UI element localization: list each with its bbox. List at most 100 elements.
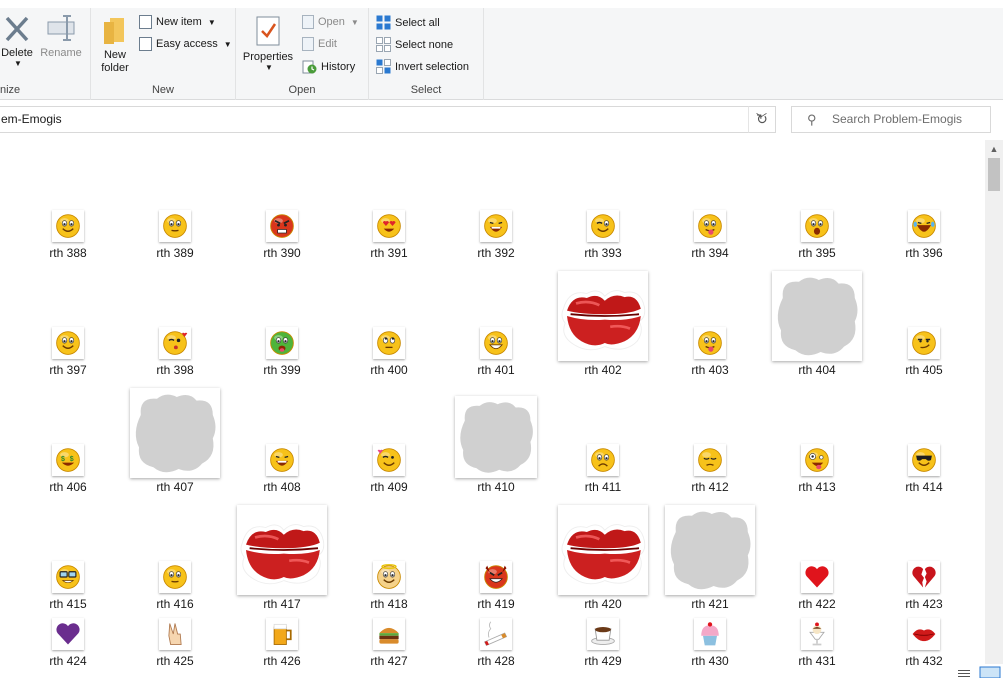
neutral-icon [159, 561, 191, 593]
delete-x-icon [5, 16, 29, 42]
smile-icon [52, 210, 84, 242]
search-placeholder: Search Problem-Emogis [832, 112, 963, 126]
money-icon: $ $ [52, 444, 84, 476]
file-name: rth 393 [584, 246, 622, 260]
select-none-icon [376, 37, 391, 52]
delete-label: Delete [1, 47, 33, 59]
open-button[interactable]: Open ▼ [302, 15, 359, 29]
easy-access-button[interactable]: Easy access ▼ [139, 37, 232, 51]
file-grid: rth 388 rth 389 rth 390 rth 391 rth 392 rth 3… [0, 140, 985, 678]
file-name: rth 412 [691, 480, 729, 494]
scrollbar-thumb[interactable] [988, 158, 1000, 191]
edit-button[interactable]: Edit [302, 37, 337, 51]
lips-thumbnail-icon [558, 505, 648, 595]
new-item-icon [139, 15, 152, 29]
refresh-button[interactable]: ↻ [748, 106, 776, 133]
devil-icon [480, 561, 512, 593]
rename-label: Rename [40, 47, 82, 59]
file-name: rth 402 [584, 363, 622, 377]
open-icon [302, 15, 314, 29]
file-name: rth 405 [905, 363, 943, 377]
rename-button[interactable]: Rename [38, 12, 84, 59]
file-name: rth 391 [370, 246, 408, 260]
nerd-icon [52, 561, 84, 593]
file-name: rth 413 [798, 480, 836, 494]
select-all-button[interactable]: Select all [376, 15, 440, 30]
file-name: rth 414 [905, 480, 943, 494]
file-name: rth 423 [905, 597, 943, 611]
sleepy-icon [694, 444, 726, 476]
cigarette-icon [480, 618, 512, 650]
file-name: rth 388 [49, 246, 87, 260]
file-name: rth 400 [370, 363, 408, 377]
laugh-icon [266, 444, 298, 476]
address-path: em-Emogis [1, 112, 62, 126]
shocked-icon [801, 210, 833, 242]
heart-icon [801, 561, 833, 593]
easy-access-label: Easy access [156, 38, 218, 50]
search-icon: ⚲ [807, 112, 817, 127]
open-group-label: Open [288, 84, 316, 96]
new-group: New folder New item ▼ Easy access ▼ New [91, 8, 236, 100]
file-name: rth 432 [905, 654, 943, 668]
grin-icon [480, 327, 512, 359]
file-name: rth 401 [477, 363, 515, 377]
vertical-scrollbar[interactable]: ▲ [985, 140, 1003, 664]
peace-icon [159, 618, 191, 650]
wink-icon [587, 210, 619, 242]
history-button[interactable]: History [302, 59, 355, 74]
address-bar[interactable]: em-Emogis ﹀ [0, 106, 776, 133]
organize-group-label: nize [0, 84, 21, 96]
new-item-label: New item [156, 16, 202, 28]
rename-icon [47, 15, 75, 41]
file-name: rth 410 [477, 480, 515, 494]
file-name: rth 424 [49, 654, 87, 668]
tongue-icon [694, 327, 726, 359]
delete-button[interactable]: Delete ▼ [0, 12, 34, 68]
svg-text:$: $ [70, 456, 74, 463]
sad-icon [587, 444, 619, 476]
file-name: rth 396 [905, 246, 943, 260]
scroll-up-icon[interactable]: ▲ [985, 144, 1003, 154]
cry-laugh-icon [908, 210, 940, 242]
search-input[interactable]: ⚲ Search Problem-Emogis [791, 106, 991, 133]
invert-selection-button[interactable]: Invert selection [376, 59, 469, 74]
file-name: rth 419 [477, 597, 515, 611]
file-name: rth 416 [156, 597, 194, 611]
file-name: rth 430 [691, 654, 729, 668]
broken-heart-icon [908, 561, 940, 593]
history-label: History [321, 60, 356, 73]
select-none-button[interactable]: Select none [376, 37, 453, 52]
view-toggle-buttons[interactable] [956, 664, 1003, 678]
file-name: rth 394 [691, 246, 729, 260]
file-name: rth 406 [49, 480, 87, 494]
file-name: rth 421 [691, 597, 729, 611]
properties-button[interactable]: Properties ▼ [240, 14, 296, 72]
wink-heart-icon [373, 444, 405, 476]
new-group-label: New [151, 84, 174, 96]
svg-text:$: $ [61, 456, 65, 463]
blob-thumbnail-icon [455, 396, 537, 478]
tongue-icon [694, 210, 726, 242]
new-folder-button[interactable]: New folder [97, 14, 133, 75]
burger-icon [373, 618, 405, 650]
organize-group: Delete ▼ Rename nize [0, 8, 91, 100]
purple-heart-icon [52, 618, 84, 650]
open-group: Properties ▼ Open ▼ Edit History Open [236, 8, 369, 100]
file-name: rth 397 [49, 363, 87, 377]
small-lips-icon [908, 618, 940, 650]
select-all-icon [376, 15, 391, 30]
file-name: rth 392 [477, 246, 515, 260]
new-folder-label: New folder [101, 49, 129, 74]
edit-label: Edit [318, 38, 337, 50]
properties-caret-icon: ▼ [265, 63, 273, 72]
ribbon: Delete ▼ Rename nize New folder New item… [0, 0, 1003, 100]
laugh-icon [480, 210, 512, 242]
beer-icon [266, 618, 298, 650]
edit-icon [302, 37, 314, 51]
new-item-button[interactable]: New item ▼ [139, 15, 216, 29]
kiss-icon [159, 327, 191, 359]
open-label: Open [318, 16, 345, 28]
heart-eyes-icon [373, 210, 405, 242]
file-name: rth 403 [691, 363, 729, 377]
